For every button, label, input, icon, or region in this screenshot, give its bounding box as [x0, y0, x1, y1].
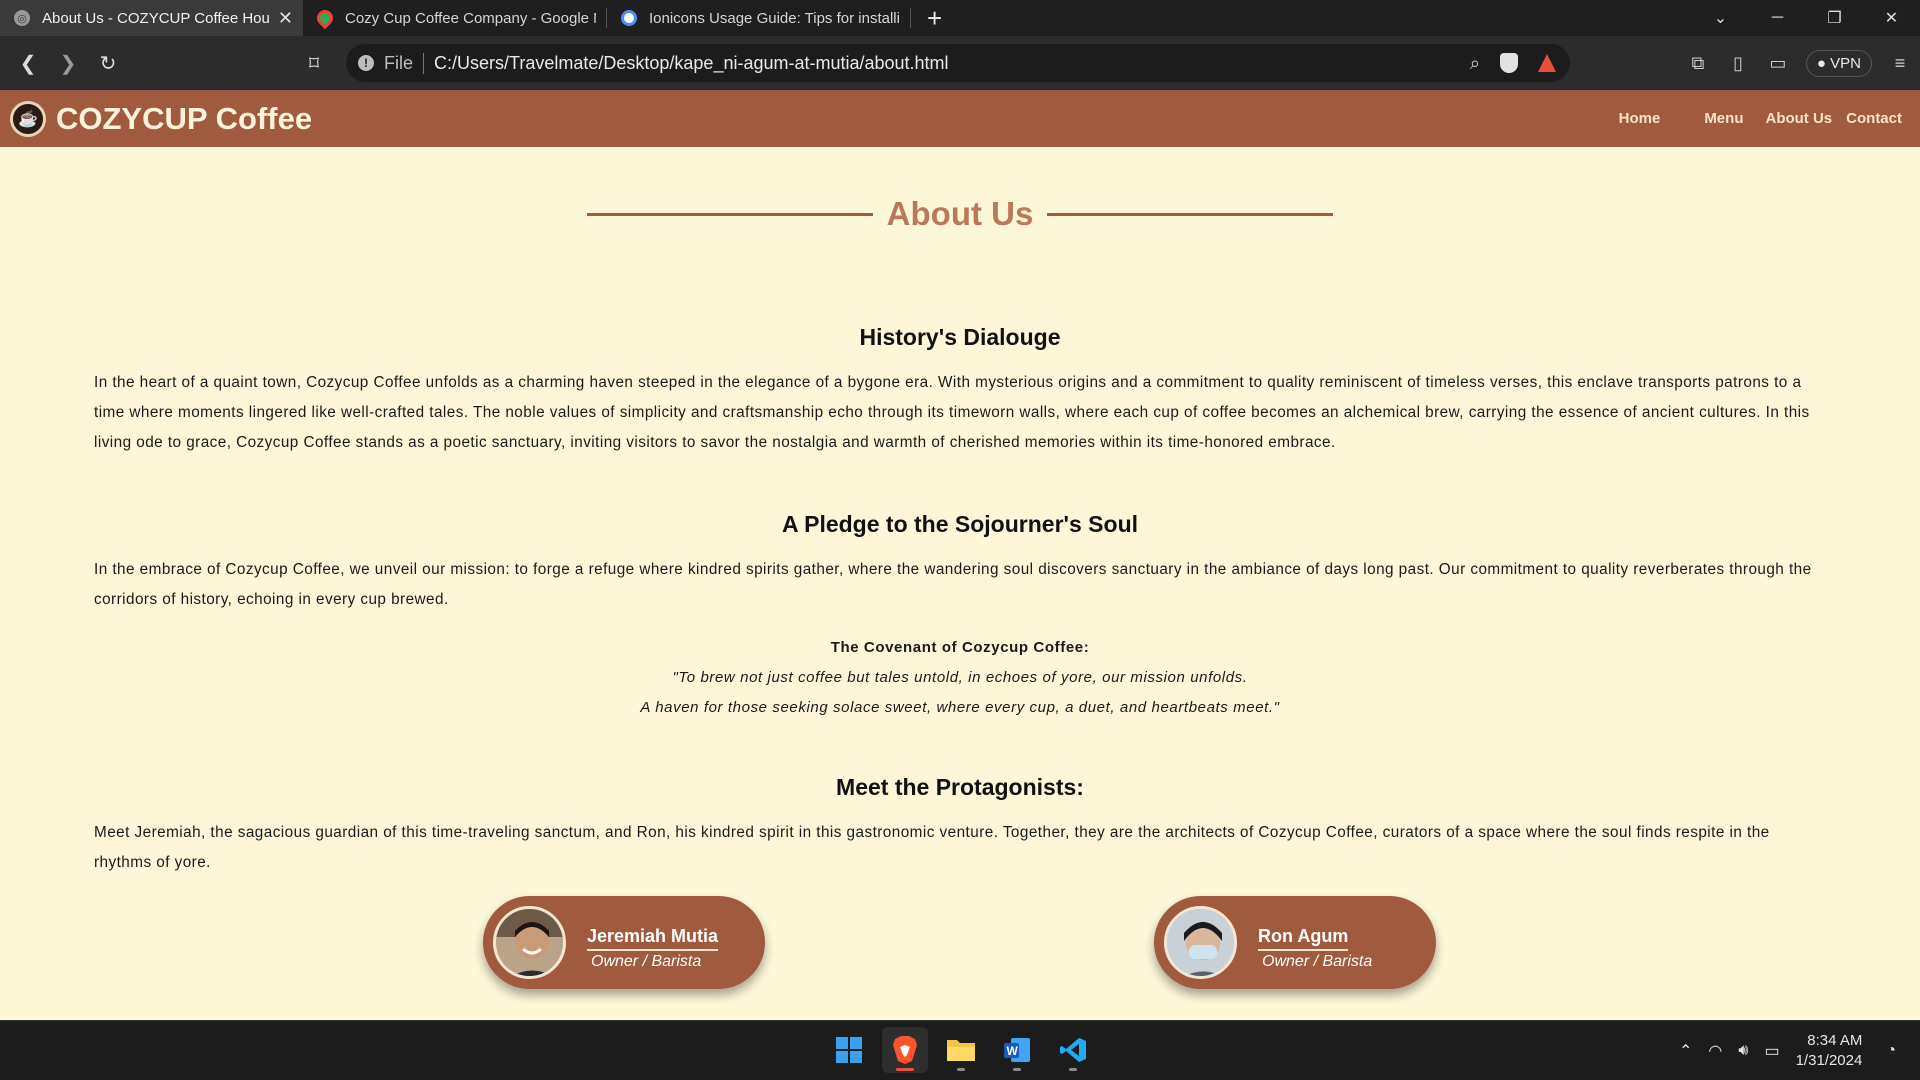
windows-icon: [836, 1037, 862, 1063]
active-indicator: [896, 1068, 914, 1071]
protagonists-heading: Meet the Protagonists:: [836, 774, 1084, 800]
globe-icon: ◎: [14, 10, 30, 26]
title-rule-left: [586, 212, 873, 216]
running-indicator: [957, 1068, 965, 1071]
protagonists-text: Meet Jeremiah, the sagacious guardian of…: [94, 824, 1770, 871]
vscode-icon: [1060, 1038, 1086, 1062]
zoom-icon[interactable]: ⌕: [1470, 53, 1480, 74]
taskbar-word[interactable]: W: [994, 1027, 1040, 1073]
tab-list-chevron-icon[interactable]: ⌄: [1692, 8, 1749, 28]
notification-icon[interactable]: ◔: [1886, 1042, 1896, 1060]
avatar: [493, 906, 566, 979]
reload-button[interactable]: ↻: [88, 51, 128, 76]
toolbar-right: ⧉ ▯ ▭ ● VPN ≡: [1678, 36, 1920, 90]
covenant-title: The Covenant of Cozycup Coffee:: [830, 639, 1090, 656]
window-controls: ⌄ ─ ❐ ✕: [1692, 0, 1920, 36]
taskbar-apps: W: [826, 1027, 1096, 1073]
start-button[interactable]: [826, 1027, 872, 1073]
nav-home[interactable]: Home: [1619, 110, 1661, 127]
sidebar-icon[interactable]: ▯: [1718, 53, 1758, 74]
wifi-icon[interactable]: ◠: [1708, 1041, 1722, 1061]
coffee-logo-icon[interactable]: ☕: [10, 100, 46, 137]
clock-date: 1/31/2024: [1795, 1052, 1863, 1069]
page-title-block: About Us: [0, 195, 1920, 233]
vpn-button[interactable]: ● VPN: [1805, 49, 1872, 77]
pledge-heading: A Pledge to the Sojourner's Soul: [781, 511, 1139, 537]
restore-button[interactable]: ❐: [1806, 8, 1863, 28]
address-bar[interactable]: ! File C:/Users/Travelmate/Desktop/kape_…: [346, 44, 1570, 82]
covenant-block: The Covenant of Cozycup Coffee: "To brew…: [0, 633, 1920, 723]
profile-name[interactable]: Ron Agum: [1258, 926, 1349, 951]
extensions-icon[interactable]: ⧉: [1678, 53, 1718, 74]
minimize-button[interactable]: ─: [1749, 9, 1806, 27]
tab-separator: [910, 8, 911, 28]
title-rule-right: [1047, 212, 1334, 216]
profile-card-jeremiah[interactable]: Jeremiah Mutia Owner / Barista: [483, 896, 765, 989]
site-brand[interactable]: COZYCUP Coffee: [56, 101, 312, 137]
forward-button[interactable]: ❯: [48, 51, 88, 76]
back-button[interactable]: ❮: [8, 51, 48, 76]
site-header: ☕ COZYCUP Coffee Home Menu About Us Cont…: [0, 90, 1920, 147]
new-tab-button[interactable]: +: [927, 5, 942, 31]
nav-contact[interactable]: Contact: [1846, 110, 1902, 127]
brave-rewards-icon[interactable]: [1538, 54, 1556, 72]
clock-time: 8:34 AM: [1807, 1032, 1863, 1049]
volume-icon[interactable]: 🔊︎: [1738, 1042, 1748, 1060]
ionicons-icon: [621, 10, 637, 26]
history-text: In the heart of a quaint town, Cozycup C…: [94, 374, 1810, 451]
taskbar-file-explorer[interactable]: [938, 1027, 984, 1073]
profile-role: Owner / Barista: [591, 953, 702, 970]
chevron-up-icon[interactable]: ⌃: [1679, 1041, 1692, 1061]
site-info-icon[interactable]: !: [358, 55, 374, 71]
folder-icon: [947, 1040, 975, 1061]
history-heading: History's Dialouge: [859, 324, 1061, 350]
close-tab-icon[interactable]: ✕: [278, 8, 293, 29]
covenant-line: "To brew not just coffee but tales untol…: [672, 669, 1248, 686]
taskbar-brave[interactable]: [882, 1027, 928, 1073]
scheme-label: File: [384, 52, 425, 74]
avatar: [1164, 906, 1237, 979]
profile-role: Owner / Barista: [1262, 953, 1373, 970]
taskbar: W ⌃ ◠ 🔊︎ ▭ 8:34 AM 1/31/2024 ◔: [0, 1020, 1920, 1080]
tab-google-maps[interactable]: Cozy Cup Coffee Company - Google Maps: [303, 0, 606, 36]
profile-card-ron[interactable]: Ron Agum Owner / Barista: [1154, 896, 1436, 989]
site-nav: Home Menu About Us Contact: [1597, 110, 1902, 127]
vpn-label: VPN: [1830, 54, 1861, 72]
url-text[interactable]: C:/Users/Travelmate/Desktop/kape_ni-agum…: [434, 53, 949, 74]
running-indicator: [1013, 1068, 1021, 1071]
tab-title: About Us - COZYCUP Coffee House: [42, 9, 270, 27]
tab-about-us[interactable]: ◎ About Us - COZYCUP Coffee House ✕: [0, 0, 303, 36]
menu-icon[interactable]: ≡: [1880, 53, 1920, 74]
maps-pin-icon: [313, 6, 337, 30]
covenant-line: A haven for those seeking solace sweet, …: [640, 699, 1280, 716]
browser-toolbar: ❮ ❯ ↻ ⌑ ! File C:/Users/Travelmate/Deskt…: [0, 36, 1920, 90]
system-tray: ⌃ ◠ 🔊︎ ▭ 8:34 AM 1/31/2024 ◔: [1679, 1021, 1896, 1080]
wallet-icon[interactable]: ▭: [1758, 53, 1798, 74]
battery-icon[interactable]: ▭: [1764, 1041, 1779, 1061]
nav-menu[interactable]: Menu: [1704, 110, 1743, 127]
protagonists-section: Meet the Protagonists: Meet Jeremiah, th…: [94, 774, 1826, 878]
pledge-text: In the embrace of Cozycup Coffee, we unv…: [94, 561, 1812, 608]
brave-shield-icon[interactable]: [1500, 53, 1518, 73]
taskbar-vscode[interactable]: [1050, 1027, 1096, 1073]
clock[interactable]: 8:34 AM 1/31/2024: [1796, 1031, 1863, 1071]
page-content: About Us History's Dialouge In the heart…: [0, 147, 1920, 1020]
tab-ionicons[interactable]: Ionicons Usage Guide: Tips for installin…: [607, 0, 910, 36]
history-section: History's Dialouge In the heart of a qua…: [94, 324, 1826, 458]
word-icon: W: [1004, 1038, 1030, 1062]
address-bar-actions: ⌕: [1470, 53, 1556, 74]
page-title: About Us: [886, 195, 1034, 232]
close-window-button[interactable]: ✕: [1863, 8, 1920, 28]
tab-title: Ionicons Usage Guide: Tips for installin…: [649, 9, 900, 27]
bookmark-icon[interactable]: ⌑: [294, 51, 334, 76]
browser-tab-bar: ◎ About Us - COZYCUP Coffee House ✕ Cozy…: [0, 0, 1920, 36]
tab-title: Cozy Cup Coffee Company - Google Maps: [345, 9, 596, 27]
brave-icon: [893, 1036, 917, 1064]
nav-about-us[interactable]: About Us: [1765, 110, 1832, 127]
profile-name[interactable]: Jeremiah Mutia: [587, 926, 719, 951]
pledge-section: A Pledge to the Sojourner's Soul In the …: [94, 511, 1826, 615]
svg-text:W: W: [1007, 1044, 1019, 1058]
running-indicator: [1069, 1068, 1077, 1071]
